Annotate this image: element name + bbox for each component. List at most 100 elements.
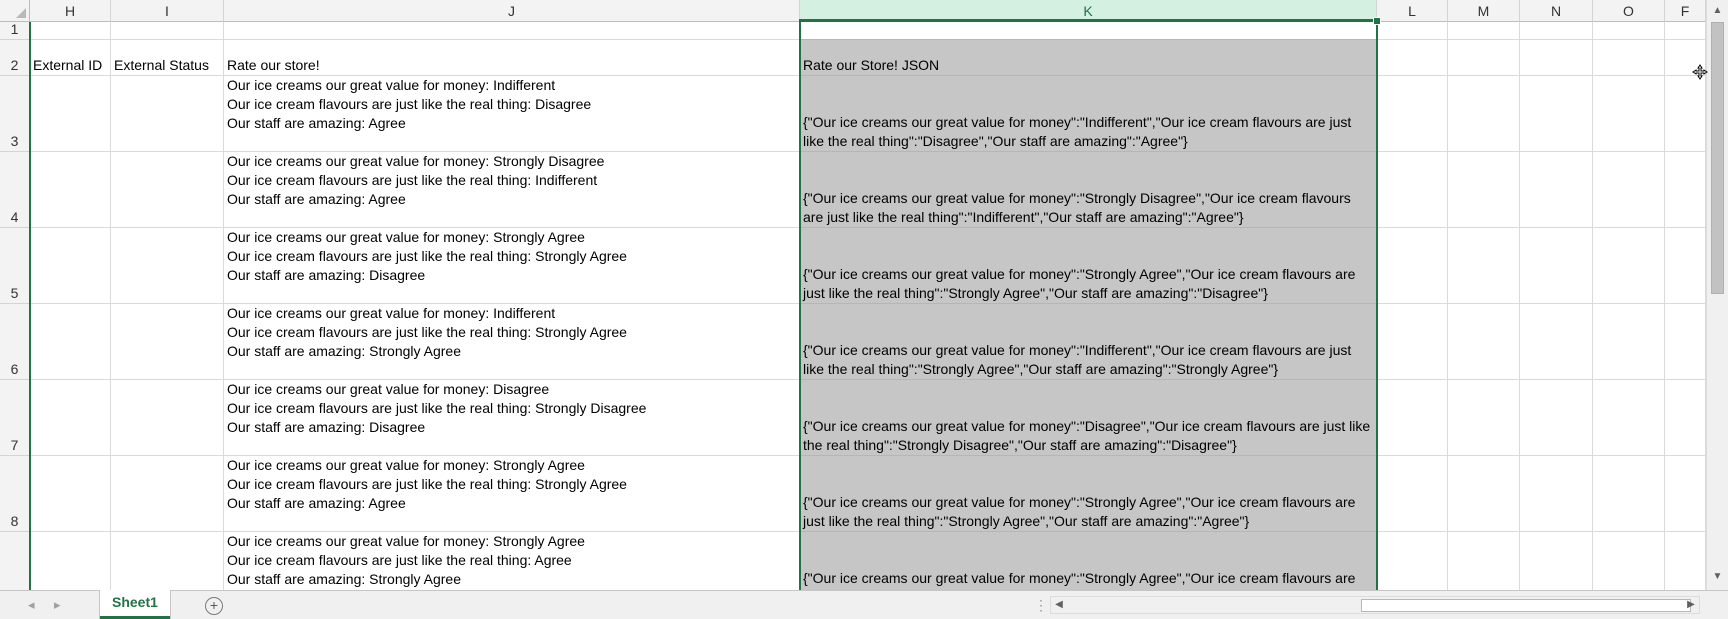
cell-n1[interactable]: [1520, 22, 1593, 40]
cell-i1[interactable]: [111, 22, 224, 40]
cell-j8[interactable]: Our ice creams our great value for money…: [224, 456, 800, 532]
cell-h5[interactable]: [30, 228, 111, 304]
column-header-j[interactable]: J: [224, 0, 800, 22]
select-all-button[interactable]: [0, 0, 30, 22]
cell-l4[interactable]: [1377, 152, 1448, 228]
cell-f9[interactable]: [1665, 532, 1706, 590]
cell-n2[interactable]: [1520, 40, 1593, 76]
cell-j2[interactable]: Rate our store!: [224, 40, 800, 76]
prev-sheet-icon[interactable]: ◂: [28, 597, 35, 613]
cell-o3[interactable]: [1593, 76, 1665, 152]
column-header-f[interactable]: F: [1665, 0, 1706, 22]
cell-m2[interactable]: [1448, 40, 1520, 76]
cell-n3[interactable]: [1520, 76, 1593, 152]
cell-h9[interactable]: [30, 532, 111, 590]
cell-m1[interactable]: [1448, 22, 1520, 40]
fill-handle[interactable]: [1373, 17, 1381, 25]
scroll-right-icon[interactable]: ▶: [1683, 597, 1699, 613]
cell-m6[interactable]: [1448, 304, 1520, 380]
column-header-k[interactable]: K: [800, 0, 1377, 22]
cell-l7[interactable]: [1377, 380, 1448, 456]
cell-k1[interactable]: [800, 22, 1377, 40]
next-sheet-icon[interactable]: ▸: [54, 597, 61, 613]
cell-f6[interactable]: [1665, 304, 1706, 380]
cell-i4[interactable]: [111, 152, 224, 228]
cell-o4[interactable]: [1593, 152, 1665, 228]
cell-i5[interactable]: [111, 228, 224, 304]
cell-l2[interactable]: [1377, 40, 1448, 76]
row-header-3[interactable]: 3: [0, 76, 30, 152]
cell-h3[interactable]: [30, 76, 111, 152]
cell-m5[interactable]: [1448, 228, 1520, 304]
cell-o1[interactable]: [1593, 22, 1665, 40]
cell-n9[interactable]: [1520, 532, 1593, 590]
cell-h4[interactable]: [30, 152, 111, 228]
cell-i3[interactable]: [111, 76, 224, 152]
cell-k5[interactable]: {"Our ice creams our great value for mon…: [800, 228, 1377, 304]
horizontal-scrollbar[interactable]: ◀ ▶: [1050, 596, 1700, 614]
cell-j3[interactable]: Our ice creams our great value for money…: [224, 76, 800, 152]
cell-o2[interactable]: [1593, 40, 1665, 76]
cell-m7[interactable]: [1448, 380, 1520, 456]
cell-l9[interactable]: [1377, 532, 1448, 590]
row-header-5[interactable]: 5: [0, 228, 30, 304]
cell-o7[interactable]: [1593, 380, 1665, 456]
cell-i7[interactable]: [111, 380, 224, 456]
cell-k7[interactable]: {"Our ice creams our great value for mon…: [800, 380, 1377, 456]
cell-j5[interactable]: Our ice creams our great value for money…: [224, 228, 800, 304]
cell-f7[interactable]: [1665, 380, 1706, 456]
column-header-h[interactable]: H: [30, 0, 111, 22]
cell-m4[interactable]: [1448, 152, 1520, 228]
cell-o9[interactable]: [1593, 532, 1665, 590]
cell-k3[interactable]: {"Our ice creams our great value for mon…: [800, 76, 1377, 152]
cell-m8[interactable]: [1448, 456, 1520, 532]
cell-l6[interactable]: [1377, 304, 1448, 380]
cell-f3[interactable]: [1665, 76, 1706, 152]
cell-n4[interactable]: [1520, 152, 1593, 228]
cell-j4[interactable]: Our ice creams our great value for money…: [224, 152, 800, 228]
cell-l1[interactable]: [1377, 22, 1448, 40]
row-header-6[interactable]: 6: [0, 304, 30, 380]
row-header-4[interactable]: 4: [0, 152, 30, 228]
cell-h1[interactable]: [30, 22, 111, 40]
plus-circle-icon[interactable]: +: [205, 597, 223, 615]
cell-n8[interactable]: [1520, 456, 1593, 532]
horizontal-scroll-thumb[interactable]: [1361, 599, 1691, 612]
cell-o6[interactable]: [1593, 304, 1665, 380]
cell-h7[interactable]: [30, 380, 111, 456]
cell-i9[interactable]: [111, 532, 224, 590]
column-header-i[interactable]: I: [111, 0, 224, 22]
cell-j7[interactable]: Our ice creams our great value for money…: [224, 380, 800, 456]
cell-k9[interactable]: {"Our ice creams our great value for mon…: [800, 532, 1377, 590]
cell-k8[interactable]: {"Our ice creams our great value for mon…: [800, 456, 1377, 532]
vertical-scrollbar[interactable]: ▲ ▼: [1706, 0, 1728, 590]
cell-i8[interactable]: [111, 456, 224, 532]
cell-l8[interactable]: [1377, 456, 1448, 532]
column-header-m[interactable]: M: [1448, 0, 1520, 22]
scroll-down-icon[interactable]: ▼: [1707, 568, 1728, 586]
cell-n6[interactable]: [1520, 304, 1593, 380]
sheet-tab-sheet1[interactable]: Sheet1: [100, 590, 170, 619]
scroll-left-icon[interactable]: ◀: [1051, 597, 1067, 613]
cell-i2[interactable]: External Status: [111, 40, 224, 76]
cell-f8[interactable]: [1665, 456, 1706, 532]
cell-l5[interactable]: [1377, 228, 1448, 304]
cell-f4[interactable]: [1665, 152, 1706, 228]
cell-o5[interactable]: [1593, 228, 1665, 304]
row-header-1[interactable]: 1: [0, 21, 30, 40]
scroll-up-icon[interactable]: ▲: [1707, 2, 1728, 20]
cell-j6[interactable]: Our ice creams our great value for money…: [224, 304, 800, 380]
cell-h6[interactable]: [30, 304, 111, 380]
cell-n5[interactable]: [1520, 228, 1593, 304]
cell-k6[interactable]: {"Our ice creams our great value for mon…: [800, 304, 1377, 380]
cell-m3[interactable]: [1448, 76, 1520, 152]
column-header-n[interactable]: N: [1520, 0, 1593, 22]
cell-i6[interactable]: [111, 304, 224, 380]
cell-j9[interactable]: Our ice creams our great value for money…: [224, 532, 800, 590]
cell-h2[interactable]: External ID: [30, 40, 111, 76]
cell-f5[interactable]: [1665, 228, 1706, 304]
cell-j1[interactable]: [224, 22, 800, 40]
row-header-7[interactable]: 7: [0, 380, 30, 456]
row-header-9[interactable]: 9: [0, 532, 30, 590]
cell-o8[interactable]: [1593, 456, 1665, 532]
